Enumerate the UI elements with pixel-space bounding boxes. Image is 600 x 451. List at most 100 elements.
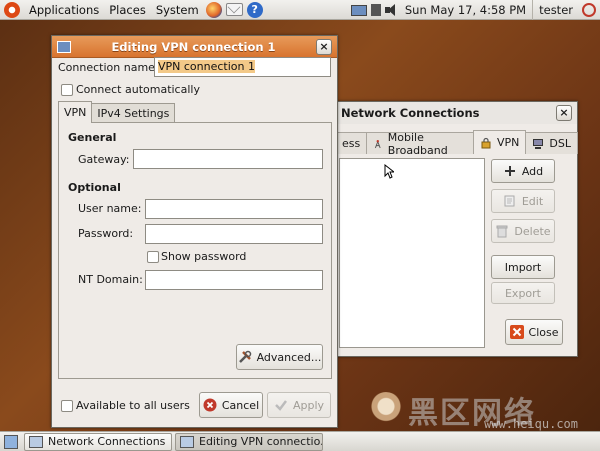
- username-input[interactable]: [145, 199, 323, 219]
- cancel-button[interactable]: Cancel: [199, 392, 263, 418]
- power-icon[interactable]: [582, 2, 596, 17]
- close-icon: [509, 325, 524, 339]
- watermark-url: www.heiqu.com: [484, 417, 578, 431]
- tab-ipv4-settings[interactable]: IPv4 Settings: [91, 103, 176, 123]
- help-icon[interactable]: ?: [246, 1, 263, 18]
- close-icon[interactable]: ×: [556, 105, 572, 121]
- mushroom-logo-icon: [368, 392, 404, 428]
- connection-list[interactable]: [339, 158, 485, 348]
- show-desktop-icon[interactable]: [4, 434, 18, 449]
- close-icon[interactable]: ×: [316, 38, 332, 55]
- window-icon: [180, 435, 194, 448]
- network-icon[interactable]: [350, 4, 367, 16]
- tools-icon: [238, 350, 251, 363]
- username-label: User name:: [78, 202, 142, 215]
- watermark: 黑区网络 www.heiqu.com: [368, 389, 598, 431]
- available-to-all-users-checkbox[interactable]: [61, 400, 73, 412]
- apply-button-label: Apply: [292, 398, 325, 412]
- mail-icon[interactable]: [225, 3, 243, 16]
- tab-dsl[interactable]: DSL: [525, 132, 578, 154]
- nt-domain-label: NT Domain:: [78, 273, 143, 286]
- add-button-label: Add: [521, 164, 544, 178]
- import-button[interactable]: Import: [491, 255, 555, 279]
- editing-vpn-window: Editing VPN connection 1 × Connection na…: [51, 35, 338, 428]
- edit-button[interactable]: Edit: [491, 189, 555, 213]
- taskbar-editing-vpn-label: Editing VPN connectio...: [199, 435, 323, 448]
- window-menu-icon[interactable]: [57, 40, 71, 53]
- system-tray: Sun May 17, 4:58 PM tester: [349, 0, 600, 20]
- advanced-button[interactable]: Advanced...: [236, 344, 323, 370]
- delete-button-label: Delete: [514, 224, 551, 238]
- connect-automatically-label[interactable]: Connect automatically: [76, 83, 200, 96]
- connection-name-input[interactable]: VPN connection 1: [154, 57, 331, 77]
- network-connections-window: Network Connections × ess Mobile Broadba…: [334, 101, 578, 357]
- taskbar-editing-vpn[interactable]: Editing VPN connectio...: [175, 432, 323, 451]
- menu-system[interactable]: System: [151, 3, 204, 17]
- general-section-title: General: [68, 131, 117, 144]
- vpn-tab-panel: General Gateway: Optional User name: Pas…: [58, 122, 332, 379]
- checkmark-icon: [275, 400, 287, 411]
- editing-vpn-title: Editing VPN connection 1: [111, 39, 276, 54]
- show-password-checkbox[interactable]: [147, 251, 159, 263]
- printer-icon[interactable]: [370, 3, 381, 16]
- tab-vpn-label: VPN: [497, 136, 520, 149]
- taskbar-network-connections[interactable]: Network Connections: [24, 432, 172, 451]
- editing-vpn-tabs: VPN IPv4 Settings: [58, 101, 176, 123]
- add-button[interactable]: Add: [491, 159, 555, 183]
- top-panel: Applications Places System ? Sun May 17,…: [0, 0, 600, 20]
- taskbar-network-connections-label: Network Connections: [48, 435, 166, 448]
- gateway-label: Gateway:: [78, 153, 130, 166]
- advanced-button-label: Advanced...: [256, 350, 322, 364]
- clock[interactable]: Sun May 17, 4:58 PM: [401, 3, 532, 17]
- tab-wireless[interactable]: ess: [335, 132, 368, 154]
- edit-icon: [504, 195, 515, 207]
- apply-button[interactable]: Apply: [267, 392, 331, 418]
- plus-icon: [504, 166, 515, 176]
- edit-button-label: Edit: [521, 194, 544, 208]
- firefox-icon[interactable]: [205, 1, 222, 18]
- nt-domain-input[interactable]: [145, 270, 323, 290]
- tab-vpn[interactable]: VPN: [473, 130, 527, 154]
- ubuntu-logo-icon[interactable]: [4, 1, 20, 18]
- connection-name-label: Connection name:: [58, 61, 159, 74]
- window-icon: [29, 435, 43, 448]
- user-name[interactable]: tester: [532, 0, 578, 20]
- close-button[interactable]: Close: [505, 319, 563, 345]
- connect-automatically-checkbox[interactable]: [61, 84, 73, 96]
- lock-icon: [481, 137, 491, 148]
- tab-mobile-broadband-label: Mobile Broadband: [387, 130, 448, 157]
- network-connections-title: Network Connections: [341, 106, 480, 120]
- tab-ipv4-settings-label: IPv4 Settings: [97, 107, 170, 120]
- computer-icon: [533, 138, 544, 149]
- import-button-label: Import: [504, 260, 542, 274]
- tab-vpn-settings[interactable]: VPN: [58, 101, 93, 123]
- tab-vpn-settings-label: VPN: [64, 106, 87, 119]
- gateway-input[interactable]: [133, 149, 323, 169]
- menu-places[interactable]: Places: [104, 3, 151, 17]
- antenna-icon: [375, 139, 381, 148]
- mouse-cursor-icon: [384, 164, 394, 179]
- menu-applications[interactable]: Applications: [24, 3, 104, 17]
- export-button[interactable]: Export: [491, 282, 555, 304]
- watermark-text: 黑区网络: [408, 396, 536, 431]
- password-input[interactable]: [145, 224, 323, 244]
- export-button-label: Export: [504, 286, 541, 300]
- network-connections-titlebar[interactable]: Network Connections ×: [335, 102, 577, 124]
- bottom-panel: Network Connections Editing VPN connecti…: [0, 431, 600, 451]
- network-connections-tabs: ess Mobile Broadband VPN DSL: [335, 130, 578, 157]
- delete-button[interactable]: Delete: [491, 219, 555, 243]
- cancel-icon: [203, 398, 217, 412]
- optional-section-title: Optional: [68, 181, 121, 194]
- cancel-button-label: Cancel: [221, 398, 260, 412]
- available-to-all-users-label[interactable]: Available to all users: [76, 399, 190, 412]
- tab-dsl-label: DSL: [549, 137, 571, 150]
- password-label: Password:: [78, 227, 134, 240]
- editing-vpn-titlebar[interactable]: Editing VPN connection 1 ×: [52, 36, 337, 58]
- tab-wireless-label: ess: [342, 137, 361, 150]
- trash-icon: [496, 225, 508, 238]
- close-button-label: Close: [528, 325, 559, 339]
- volume-icon[interactable]: [384, 3, 399, 16]
- tab-mobile-broadband[interactable]: Mobile Broadband: [366, 130, 475, 157]
- show-password-label[interactable]: Show password: [161, 250, 246, 263]
- connection-name-value: VPN connection 1: [158, 60, 255, 73]
